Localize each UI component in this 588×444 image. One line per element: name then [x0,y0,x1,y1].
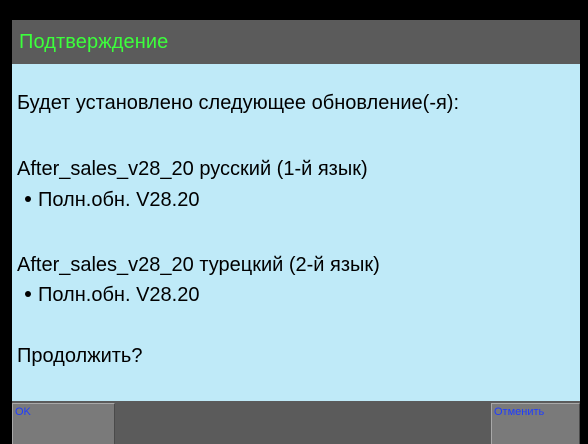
update-item-1: Полн.обн. V28.20 [25,189,199,212]
cancel-button-label: Отменить [494,406,545,418]
update-package-1: After_sales_v28_20 русский (1-й язык) [17,158,368,180]
update-package-2: After_sales_v28_20 турецкий (2-й язык) [17,254,380,276]
ok-button-label: OK [15,406,31,418]
bullet-icon [25,290,31,297]
dialog-title: Подтверждение [19,30,169,53]
bullet-icon [25,195,31,202]
dialog-title-bar: Подтверждение [12,20,580,64]
ok-button[interactable]: OK [12,403,115,444]
confirm-question: Продолжить? [17,345,143,367]
update-item-2: Полн.обн. V28.20 [25,284,199,307]
update-item-2-label: Полн.обн. V28.20 [38,284,200,306]
cancel-button[interactable]: Отменить [491,403,580,444]
intro-text: Будет установлено следующее обновление(-… [17,92,460,114]
update-item-1-label: Полн.обн. V28.20 [38,189,200,211]
dialog-body: Будет установлено следующее обновление(-… [12,64,580,401]
